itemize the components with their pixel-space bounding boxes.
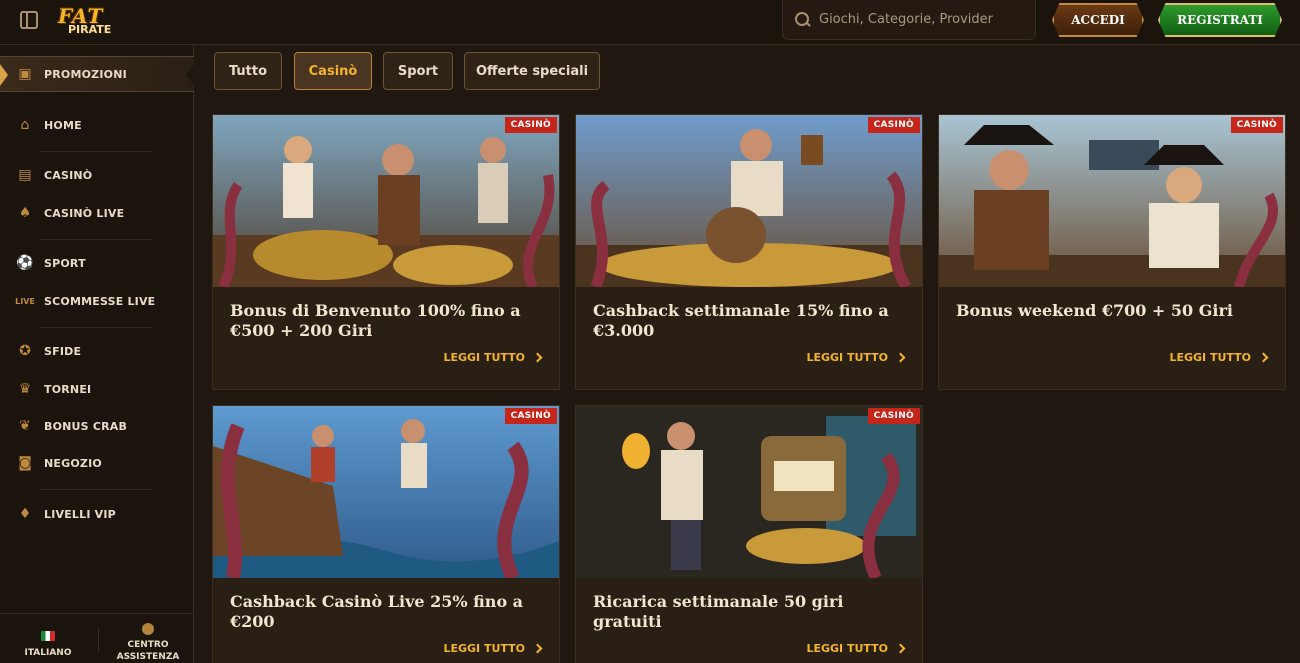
sidebar-divider [40,489,152,490]
search-bar[interactable] [782,0,1036,40]
crab-icon: ❦ [19,418,31,434]
promo-image [576,115,922,287]
promo-card[interactable]: CASINÒ Cashback settimanale 15% fino a €… [575,114,923,390]
sidebar-footer: ITALIANO CENTRO ASSISTENZA [0,613,194,663]
trophy-icon: ♛ [18,381,32,397]
chevron-right-icon [895,643,906,654]
promo-image [213,115,559,287]
search-input[interactable] [819,12,1029,27]
promo-title: Bonus di Benvenuto 100% fino a €500 + 20… [230,301,521,340]
register-button[interactable]: REGISTRATI [1158,3,1282,37]
diamond-icon: ♦ [18,506,32,522]
sidebar-item-negozio[interactable]: ◙ NEGOZIO [0,445,194,481]
sidebar-item-sport[interactable]: ⚽ SPORT [0,245,194,281]
promo-card[interactable]: CASINÒ Ricarica settimanale 50 giri grat… [575,405,923,663]
sidebar-item-label: SPORT [44,256,86,270]
chevron-right-icon [532,352,543,363]
language-selector[interactable]: ITALIANO [18,626,78,658]
promo-image [213,406,559,578]
promo-title: Ricarica settimanale 50 giri gratuiti [593,592,844,631]
sidebar-item-livelli-vip[interactable]: ♦ LIVELLI VIP [0,496,194,532]
read-more-label: LEGGI TUTTO [443,642,525,655]
sidebar-item-label: LIVELLI VIP [44,507,116,521]
tab-offerte-speciali[interactable]: Offerte speciali [464,52,600,90]
support-center-link[interactable]: CENTRO ASSISTENZA [108,620,188,663]
category-badge: CASINÒ [504,117,557,133]
sidebar-item-home[interactable]: ⌂ HOME [0,107,194,143]
promo-card[interactable]: CASINÒ Bonus di Benvenuto 100% fino a €5… [212,114,560,390]
tab-tutto[interactable]: Tutto [214,52,282,90]
read-more-link[interactable]: LEGGI TUTTO [806,351,906,364]
read-more-label: LEGGI TUTTO [806,351,888,364]
top-header: FAT PIRATE ACCEDI REGISTRATI [0,0,1300,45]
category-badge: CASINÒ [504,408,557,424]
promo-title: Cashback Casinò Live 25% fino a €200 [230,592,524,631]
fat-pirate-logo[interactable]: FAT PIRATE [54,4,124,40]
home-icon: ⌂ [20,117,30,133]
casino-icon: ▤ [18,167,32,183]
footer-divider [98,628,99,652]
sidebar-item-label: SCOMMESSE LIVE [44,294,156,308]
promo-image [939,115,1285,287]
promo-title: Bonus weekend €700 + 50 Giri [956,301,1233,320]
support-label-line2: ASSISTENZA [116,652,180,662]
promo-title: Cashback settimanale 15% fino a €3.000 [593,301,889,340]
chevron-right-icon [1258,352,1269,363]
category-badge: CASINÒ [867,117,920,133]
category-badge: CASINÒ [867,408,920,424]
sidebar-item-label: TORNEI [44,382,92,396]
login-button[interactable]: ACCEDI [1052,3,1144,37]
search-icon [795,11,811,28]
sidebar-item-tornei[interactable]: ♛ TORNEI [0,371,194,407]
read-more-link[interactable]: LEGGI TUTTO [1169,351,1269,364]
bag-icon: ◙ [18,455,32,471]
sidebar-item-scommesse-live[interactable]: LIVE SCOMMESSE LIVE [0,283,194,319]
read-more-link[interactable]: LEGGI TUTTO [443,351,543,364]
read-more-label: LEGGI TUTTO [443,351,525,364]
support-icon [142,623,154,635]
sidebar: ▣ PROMOZIONI ⌂ HOME ▤ CASINÒ ♠ CASINÒ LI… [0,45,194,663]
cards-icon: ♠ [18,205,32,221]
tab-casino[interactable]: Casinò [294,52,372,90]
sidebar-divider [40,239,152,240]
chevron-right-icon [895,352,906,363]
sidebar-divider [40,151,152,152]
sidebar-item-bonus-crab[interactable]: ❦ BONUS CRAB [0,408,194,444]
sidebar-divider [40,327,152,328]
sidebar-item-casino-live[interactable]: ♠ CASINÒ LIVE [0,195,194,231]
sidebar-item-label: BONUS CRAB [44,419,128,433]
read-more-label: LEGGI TUTTO [806,642,888,655]
tab-sport[interactable]: Sport [383,52,453,90]
sidebar-item-label: HOME [44,118,82,132]
sidebar-item-promozioni[interactable]: ▣ PROMOZIONI [0,56,194,92]
read-more-link[interactable]: LEGGI TUTTO [806,642,906,655]
chevron-right-icon [532,643,543,654]
italy-flag-icon [41,631,55,641]
sidebar-item-casino[interactable]: ▤ CASINÒ [0,157,194,193]
language-label: ITALIANO [24,648,72,658]
category-badge: CASINÒ [1230,117,1283,133]
read-more-label: LEGGI TUTTO [1169,351,1251,364]
sidebar-item-sfide[interactable]: ✪ SFIDE [0,333,194,369]
sidebar-item-label: PROMOZIONI [44,67,127,81]
chest-icon: ▣ [18,66,32,82]
medal-icon: ✪ [19,343,31,359]
promo-card[interactable]: CASINÒ Bonus weekend €700 + 50 Giri LEGG… [938,114,1286,390]
logo-text-bottom: PIRATE [68,23,112,36]
promo-image [576,406,922,578]
sidebar-item-label: CASINÒ LIVE [44,206,125,220]
promo-card[interactable]: CASINÒ Cashback Casinò Live 25% fino a €… [212,405,560,663]
sidebar-item-label: NEGOZIO [44,456,102,470]
support-label-line1: CENTRO [127,640,169,650]
sidebar-item-label: CASINÒ [44,168,93,182]
sidebar-toggle-icon[interactable] [20,11,38,29]
read-more-link[interactable]: LEGGI TUTTO [443,642,543,655]
sidebar-item-label: SFIDE [44,344,82,358]
ball-icon: ⚽ [16,255,34,271]
live-icon: LIVE [15,296,35,306]
